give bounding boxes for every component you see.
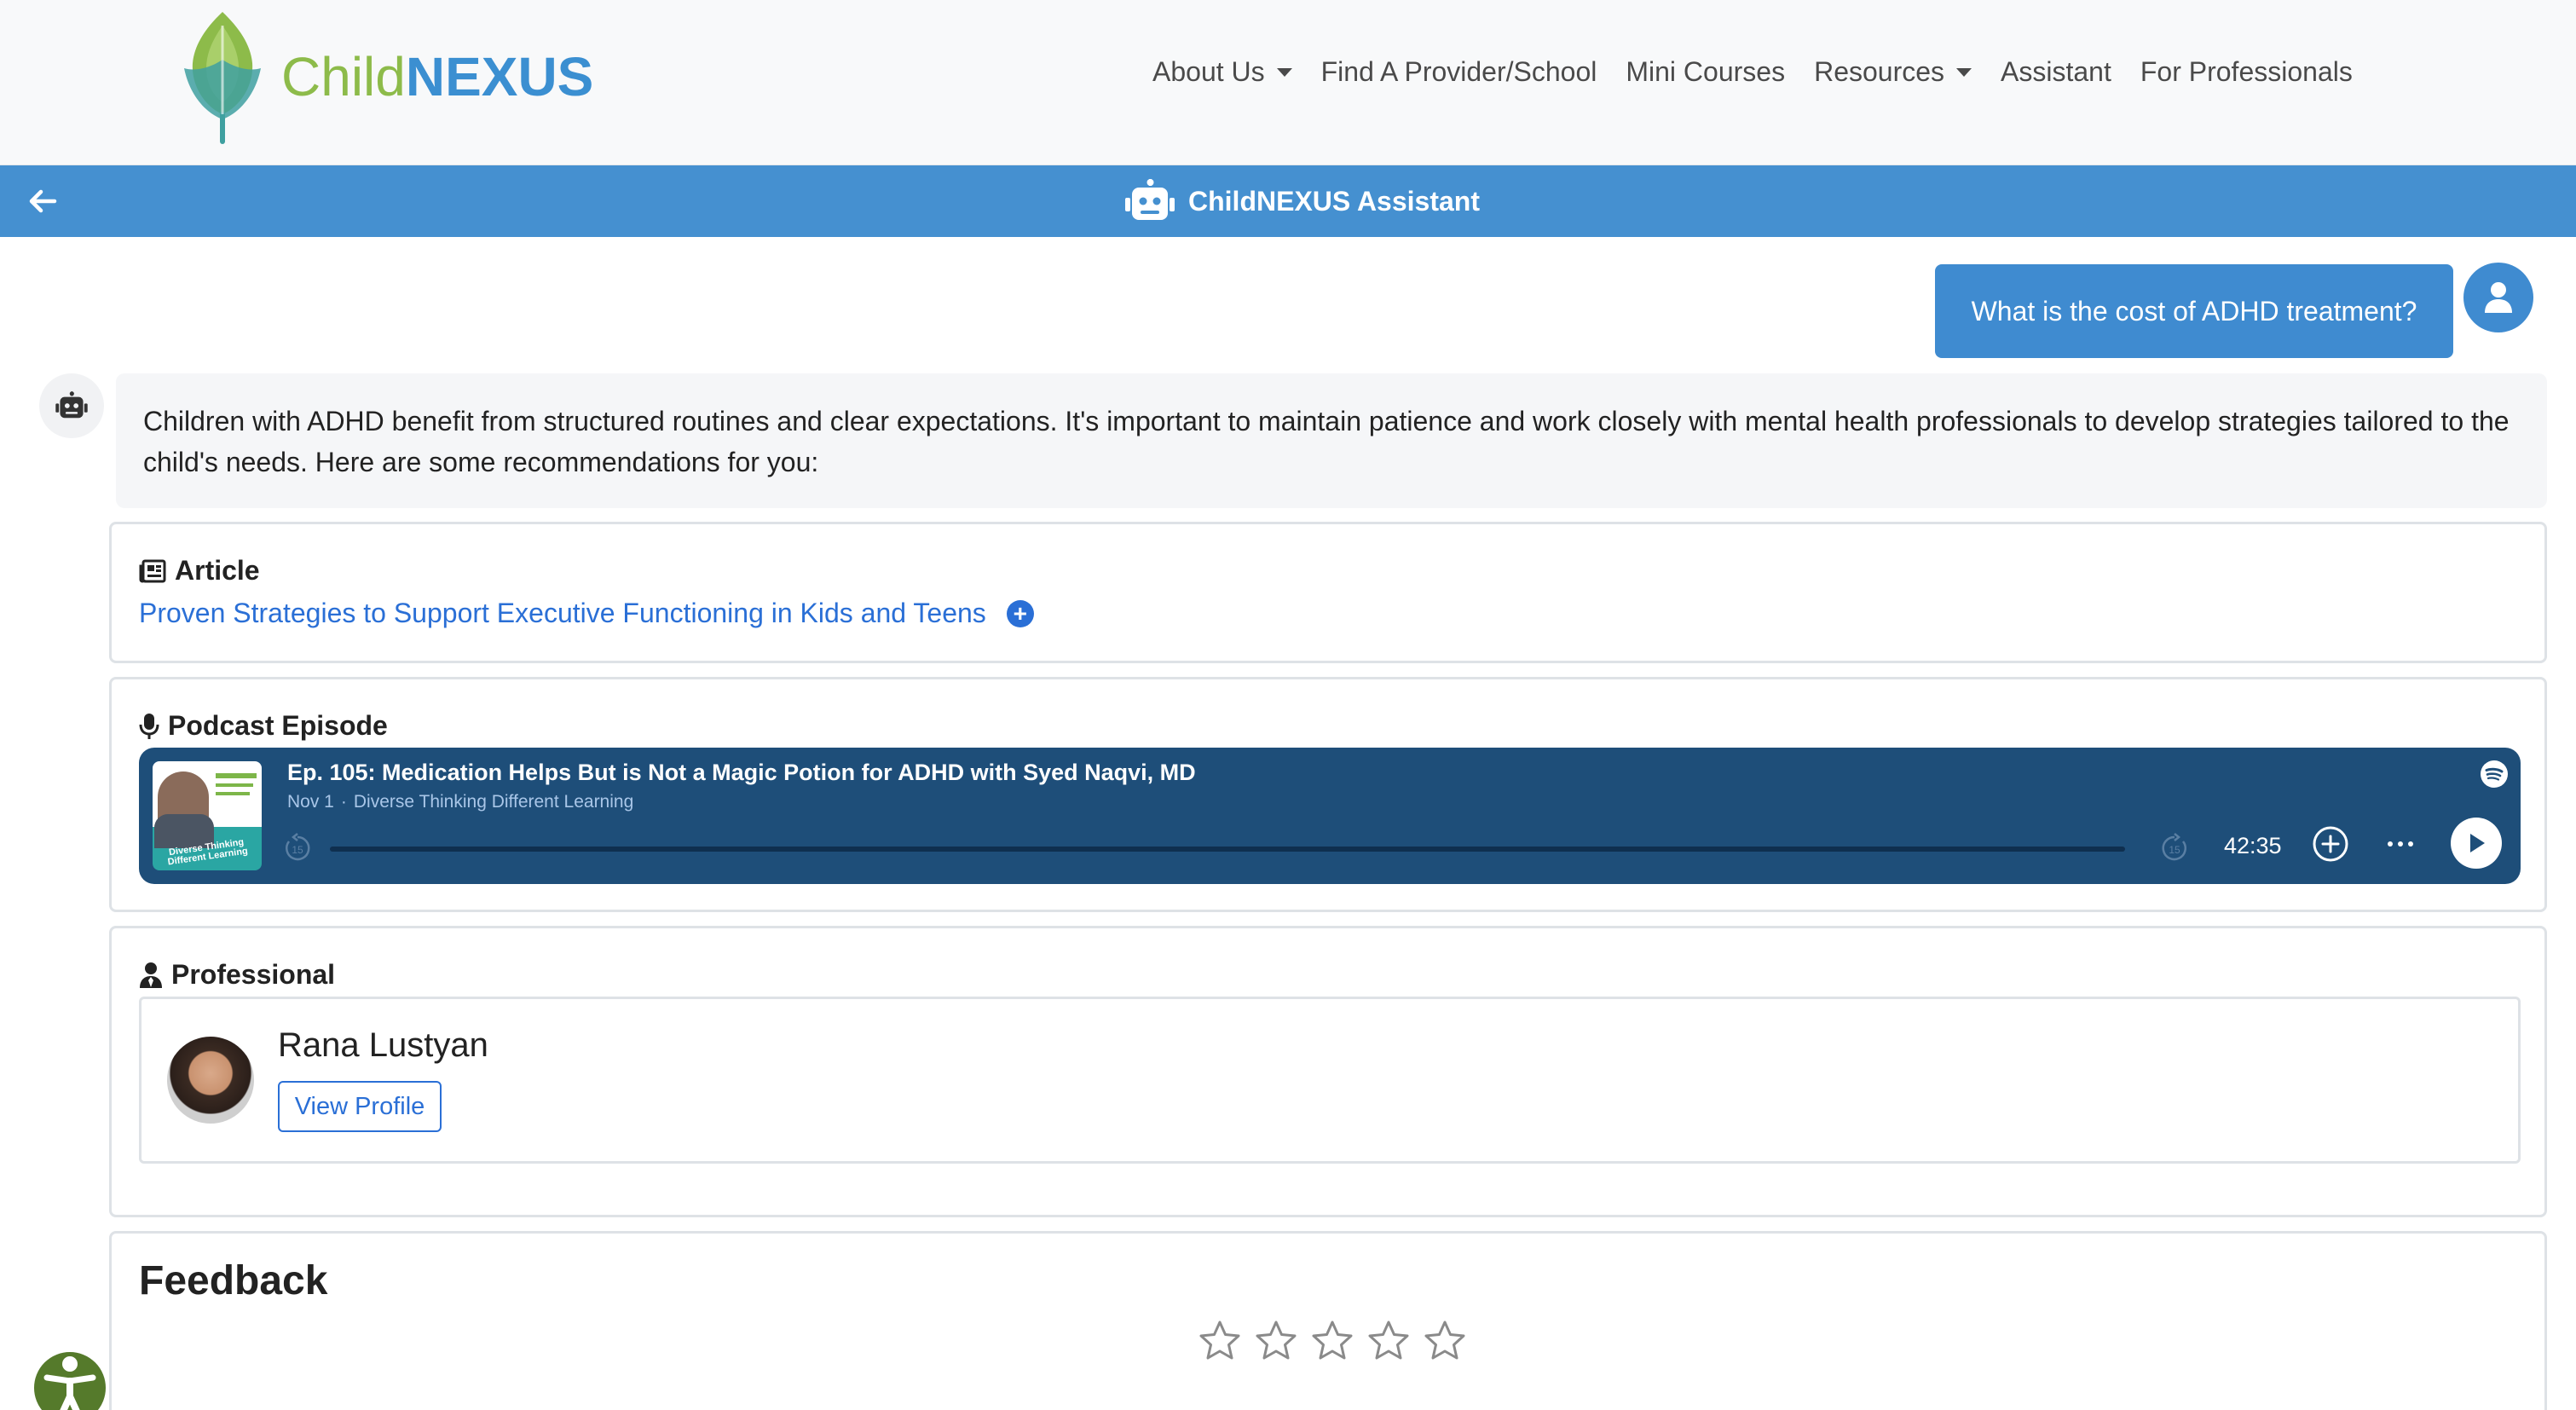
nav-about-us-label: About Us	[1152, 56, 1265, 87]
logo-child-text: Child	[281, 46, 406, 107]
article-card: Article Proven Strategies to Support Exe…	[109, 522, 2547, 663]
play-button[interactable]	[2451, 818, 2502, 869]
caret-down-icon	[1956, 67, 1972, 77]
user-message-bubble: What is the cost of ADHD treatment?	[1935, 264, 2453, 358]
accessibility-button[interactable]	[31, 1349, 109, 1410]
nav-assistant[interactable]: Assistant	[2001, 56, 2111, 88]
bot-avatar	[39, 373, 104, 438]
star-icon[interactable]	[1310, 1319, 1354, 1363]
assistant-header-bar: ChildNEXUS Assistant	[0, 165, 2576, 237]
nav-resources-label: Resources	[1814, 56, 1945, 87]
spotify-episode-player: Diverse Thinking Different Learning Ep. …	[139, 748, 2521, 884]
podcast-heading-text: Podcast Episode	[168, 710, 388, 741]
view-profile-label: View Profile	[294, 1092, 425, 1120]
add-circle-icon[interactable]: +	[1006, 599, 1034, 627]
microphone-icon	[139, 713, 159, 739]
childnexus-logo[interactable]: ChildNEXUS	[179, 9, 593, 145]
assistant-title-text: ChildNEXUS Assistant	[1188, 185, 1480, 217]
episode-title[interactable]: Ep. 105: Medication Helps But is Not a M…	[287, 760, 1196, 786]
svg-text:15: 15	[2169, 844, 2180, 856]
episode-progress-bar[interactable]	[330, 847, 2125, 852]
user-message-text: What is the cost of ADHD treatment?	[1971, 295, 2417, 326]
nav-mini-courses[interactable]: Mini Courses	[1626, 56, 1785, 88]
professional-heading-text: Professional	[171, 959, 336, 990]
episode-duration: 42:35	[2224, 833, 2282, 858]
view-profile-button[interactable]: View Profile	[278, 1081, 442, 1132]
professional-name: Rana Lustyan	[278, 1026, 488, 1064]
article-link[interactable]: Proven Strategies to Support Executive F…	[139, 598, 1034, 629]
episode-date: Nov 1	[287, 792, 334, 812]
episode-meta: Nov 1 · Diverse Thinking Different Learnin…	[287, 792, 634, 812]
article-heading: Article	[139, 555, 260, 587]
newspaper-icon	[139, 559, 166, 582]
user-avatar	[2463, 263, 2533, 332]
skip-back-15-icon[interactable]: 15	[282, 833, 313, 864]
assistant-title: ChildNEXUS Assistant	[1123, 179, 1480, 223]
star-icon[interactable]	[1254, 1319, 1298, 1363]
star-rating	[1198, 1319, 1467, 1363]
arrow-left-icon[interactable]	[22, 181, 63, 222]
top-navbar: ChildNEXUS About Us Find A Provider/Scho…	[0, 0, 2576, 165]
user-icon	[2485, 282, 2512, 313]
main-nav: About Us Find A Provider/School Mini Cou…	[1152, 56, 2382, 88]
nav-for-professionals[interactable]: For Professionals	[2140, 56, 2353, 88]
svg-text:15: 15	[292, 844, 303, 856]
add-to-library-icon[interactable]	[2311, 824, 2350, 864]
nav-about-us[interactable]: About Us	[1152, 56, 1292, 88]
podcast-card: Podcast Episode Diverse Thinking Differe…	[109, 677, 2547, 912]
logo-nexus-text: NEXUS	[405, 46, 594, 107]
user-tie-icon	[140, 962, 162, 988]
play-icon	[2470, 834, 2485, 852]
star-icon[interactable]	[1423, 1319, 1467, 1363]
nav-for-professionals-label: For Professionals	[2140, 56, 2353, 87]
podcast-heading: Podcast Episode	[139, 710, 388, 742]
nav-find-provider[interactable]: Find A Provider/School	[1321, 56, 1597, 88]
robot-icon	[55, 391, 88, 419]
professional-entry: Rana Lustyan View Profile	[139, 997, 2521, 1164]
star-icon[interactable]	[1198, 1319, 1242, 1363]
professional-avatar	[167, 1037, 254, 1124]
feedback-card: Feedback	[109, 1231, 2547, 1410]
robot-icon	[1125, 179, 1175, 220]
nav-assistant-label: Assistant	[2001, 56, 2111, 87]
nav-resources[interactable]: Resources	[1814, 56, 1972, 88]
bot-message-text: Children with ADHD benefit from structur…	[143, 406, 2510, 477]
caret-down-icon	[1276, 67, 1292, 77]
episode-cover-art[interactable]: Diverse Thinking Different Learning	[153, 761, 262, 870]
professional-card: Professional Rana Lustyan View Profile	[109, 926, 2547, 1217]
feedback-heading: Feedback	[139, 1258, 328, 1303]
skip-forward-15-icon[interactable]: 15	[2159, 833, 2190, 864]
star-icon[interactable]	[1366, 1319, 1411, 1363]
nav-find-provider-label: Find A Provider/School	[1320, 56, 1597, 87]
spotify-icon[interactable]	[2480, 760, 2509, 789]
bot-message-bubble: Children with ADHD benefit from structur…	[116, 373, 2547, 508]
logo-wordmark: ChildNEXUS	[281, 45, 593, 108]
more-options-icon[interactable]	[2381, 824, 2420, 864]
episode-show-name[interactable]: Diverse Thinking Different Learning	[354, 792, 633, 812]
nav-mini-courses-label: Mini Courses	[1626, 56, 1786, 87]
article-heading-text: Article	[175, 555, 260, 586]
article-link-text: Proven Strategies to Support Executive F…	[139, 598, 986, 628]
leaf-logo-icon	[184, 12, 261, 144]
accessibility-icon	[43, 1356, 96, 1410]
professional-heading: Professional	[139, 959, 335, 991]
